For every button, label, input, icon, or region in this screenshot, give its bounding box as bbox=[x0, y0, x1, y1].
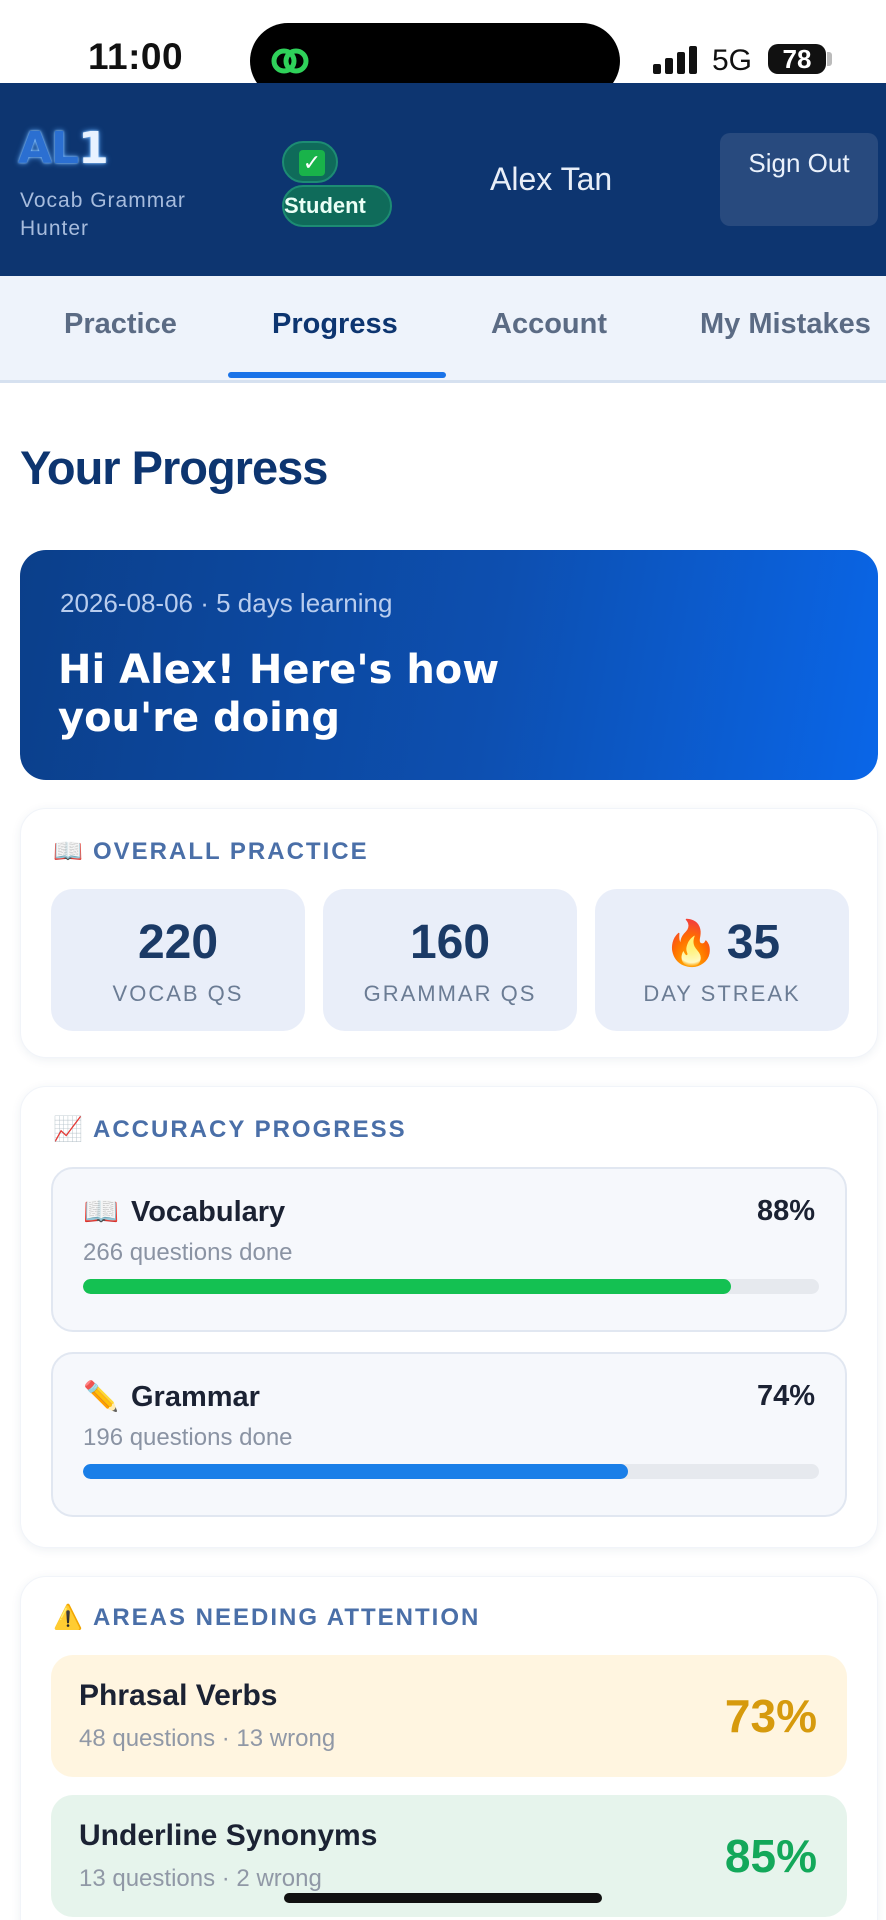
fire-icon: 🔥 bbox=[663, 919, 719, 968]
greeting-banner: 2026-08-06 · 5 days learning Hi Alex! He… bbox=[20, 550, 878, 780]
accuracy-count: 196 questions done bbox=[83, 1424, 293, 1451]
accuracy-bar-fill bbox=[83, 1464, 628, 1479]
tab-bar: Practice Progress Account My Mistakes bbox=[0, 276, 886, 383]
accuracy-bar bbox=[83, 1279, 819, 1294]
home-indicator bbox=[284, 1893, 602, 1903]
learning-date: 2026-08-06 · 5 days learning bbox=[60, 588, 393, 618]
stat-value: 160 bbox=[409, 916, 491, 969]
greeting-text: Hi Alex! Here's how you're doing bbox=[58, 647, 500, 741]
accuracy-count: 266 questions done bbox=[83, 1239, 293, 1266]
link-app-icon bbox=[271, 48, 309, 74]
accuracy-bar-fill bbox=[83, 1279, 731, 1294]
network-type: 5G bbox=[712, 44, 753, 77]
topic-percent: 85% bbox=[724, 1830, 817, 1882]
status-bar: 11:00 5G 78 bbox=[0, 0, 886, 99]
cellular-signal-icon bbox=[653, 44, 699, 74]
app-tagline: Vocab Grammar Hunter bbox=[20, 189, 186, 240]
stat-value: 220 bbox=[137, 916, 219, 969]
app-header: AL1 Vocab Grammar Hunter ✓ Student Alex … bbox=[0, 83, 886, 276]
stat-label: GRAMMAR QS bbox=[363, 981, 537, 1006]
status-time: 11:00 bbox=[88, 36, 184, 77]
attention-item[interactable]: Phrasal Verbs 48 questions · 13 wrong 73… bbox=[51, 1655, 847, 1777]
topic-percent: 73% bbox=[724, 1690, 817, 1742]
accuracy-percent: 74% bbox=[756, 1380, 815, 1412]
pencil-icon: ✏️ bbox=[83, 1381, 120, 1413]
book-icon: 📖 bbox=[53, 838, 83, 865]
app-logo: AL1 bbox=[18, 123, 109, 174]
day-streak-stat: 🔥 35 DAY STREAK bbox=[595, 889, 849, 1031]
topic-name: Underline Synonyms bbox=[79, 1819, 378, 1852]
overall-practice-card: 📖 OVERALL PRACTICE 220 VOCAB QS 160 GRAMM… bbox=[20, 808, 878, 1058]
tab-my-mistakes[interactable]: My Mistakes bbox=[700, 308, 871, 341]
active-tab-indicator bbox=[228, 372, 446, 378]
accuracy-progress-card: 📈 ACCURACY PROGRESS 📖 Vocabulary 88% 266 q… bbox=[20, 1086, 878, 1548]
check-icon: ✓ bbox=[299, 150, 325, 176]
tab-account[interactable]: Account bbox=[491, 308, 607, 341]
accuracy-bar bbox=[83, 1464, 819, 1479]
page-title: Your Progress bbox=[20, 441, 328, 494]
user-name: Alex Tan bbox=[490, 161, 613, 197]
battery-icon: 78 bbox=[768, 44, 826, 74]
vocabulary-accuracy: 📖 Vocabulary 88% 266 questions done bbox=[51, 1167, 847, 1332]
accuracy-name: ✏️ Grammar bbox=[83, 1381, 260, 1413]
stat-label: DAY STREAK bbox=[643, 981, 801, 1006]
accuracy-name: 📖 Vocabulary bbox=[83, 1196, 286, 1228]
warning-icon: ⚠️ bbox=[53, 1604, 83, 1631]
battery-tip bbox=[827, 52, 832, 66]
topic-name: Phrasal Verbs bbox=[79, 1679, 278, 1712]
verified-badge: ✓ bbox=[282, 141, 338, 183]
tab-practice[interactable]: Practice bbox=[64, 308, 177, 341]
stat-value: 🔥 35 bbox=[663, 916, 781, 969]
attention-areas-card: ⚠️ AREAS NEEDING ATTENTION Phrasal Verbs … bbox=[20, 1576, 878, 1920]
chart-up-icon: 📈 bbox=[53, 1116, 83, 1143]
accuracy-progress-title: 📈 ACCURACY PROGRESS bbox=[53, 1116, 407, 1143]
overall-practice-title: 📖 OVERALL PRACTICE bbox=[53, 838, 369, 865]
tab-progress[interactable]: Progress bbox=[272, 308, 398, 341]
book-icon: 📖 bbox=[83, 1196, 120, 1228]
attention-areas-title: ⚠️ AREAS NEEDING ATTENTION bbox=[53, 1604, 481, 1631]
accuracy-percent: 88% bbox=[756, 1195, 815, 1227]
stat-label: VOCAB QS bbox=[112, 981, 244, 1006]
sign-out-button[interactable]: Sign Out bbox=[720, 133, 878, 226]
role-badge: Student bbox=[282, 185, 392, 227]
grammar-questions-stat: 160 GRAMMAR QS bbox=[323, 889, 577, 1031]
vocab-questions-stat: 220 VOCAB QS bbox=[51, 889, 305, 1031]
topic-stats: 13 questions · 2 wrong bbox=[79, 1865, 322, 1892]
grammar-accuracy: ✏️ Grammar 74% 196 questions done bbox=[51, 1352, 847, 1517]
topic-stats: 48 questions · 13 wrong bbox=[79, 1725, 336, 1752]
